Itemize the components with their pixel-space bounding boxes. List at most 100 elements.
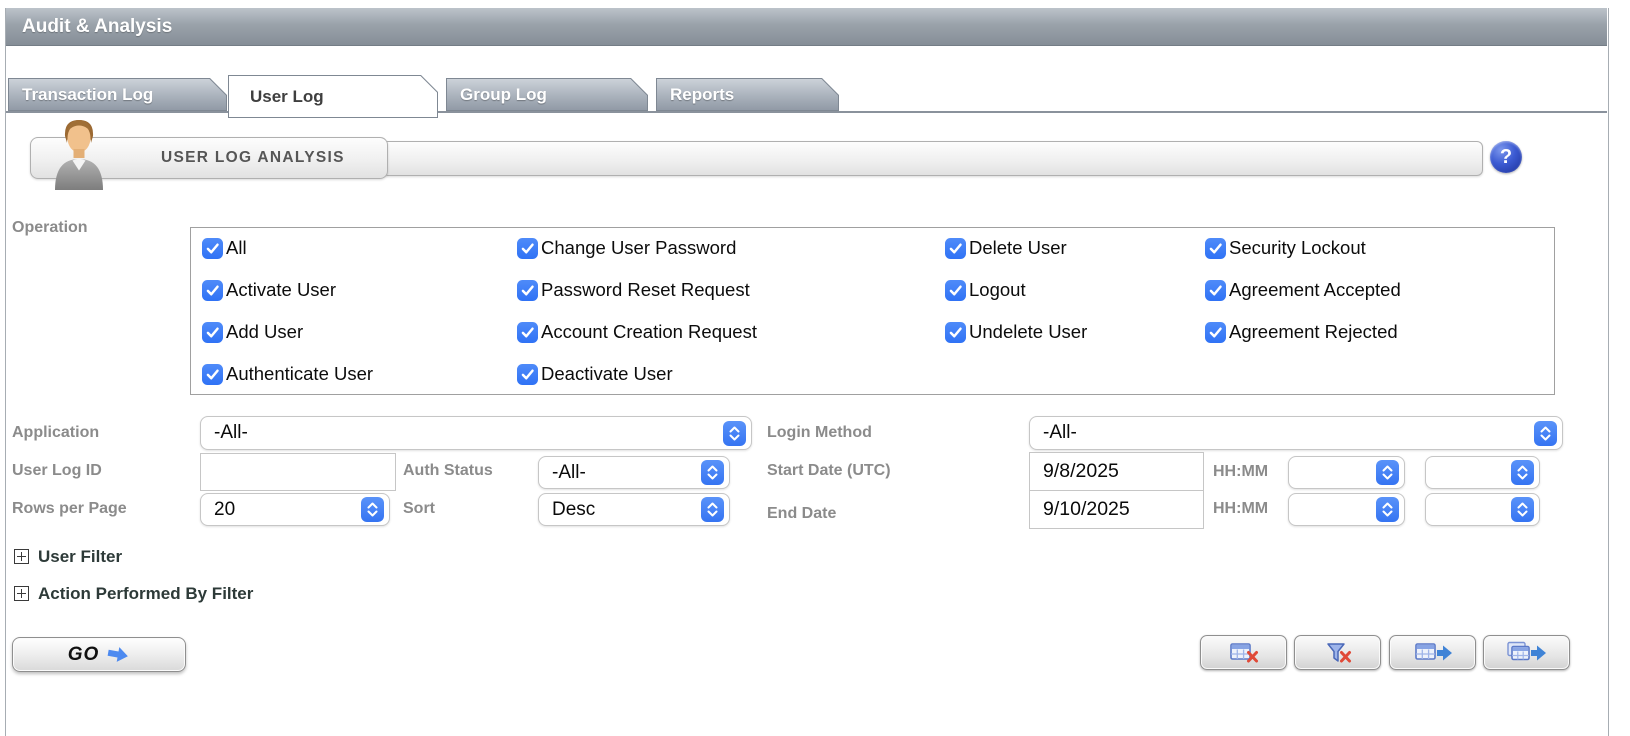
section-header-bar (382, 141, 1483, 176)
checkbox-activate-user[interactable]: Activate User (202, 279, 336, 301)
stepper-icon (701, 497, 724, 522)
auth-status-select[interactable]: -All- (538, 456, 730, 489)
checkbox-checked-icon (517, 280, 538, 301)
go-button[interactable]: GO (12, 637, 186, 672)
auth-status-label: Auth Status (403, 462, 493, 480)
application-select[interactable]: -All- (200, 416, 752, 450)
checkbox-checked-icon (202, 322, 223, 343)
checkbox-checked-icon (945, 280, 966, 301)
user-avatar-icon (44, 112, 114, 190)
checkbox-undelete-user[interactable]: Undelete User (945, 321, 1087, 343)
end-time-label: HH:MM (1213, 500, 1268, 518)
action-performed-by-filter-expand-icon[interactable] (14, 586, 29, 601)
user-log-id-label: User Log ID (12, 462, 102, 480)
stepper-icon (1534, 421, 1557, 446)
start-time-label: HH:MM (1213, 463, 1268, 481)
checkbox-deactivate-user[interactable]: Deactivate User (517, 363, 673, 385)
stepper-icon (1511, 497, 1534, 522)
help-icon[interactable]: ? (1490, 141, 1522, 173)
checkbox-checked-icon (517, 322, 538, 343)
tables-export-icon (1506, 641, 1548, 665)
user-log-id-input[interactable] (200, 453, 396, 491)
select-value: 20 (214, 499, 235, 521)
checkbox-checked-icon (202, 364, 223, 385)
rows-per-page-select[interactable]: 20 (200, 493, 390, 526)
checkbox-authenticate-user[interactable]: Authenticate User (202, 363, 373, 385)
clear-filter-button[interactable] (1294, 635, 1381, 670)
table-delete-icon (1224, 641, 1264, 665)
checkbox-checked-icon (202, 280, 223, 301)
checkbox-security-lockout[interactable]: Security Lockout (1205, 237, 1366, 259)
stepper-icon (1376, 460, 1399, 485)
user-filter-expand-icon[interactable] (14, 549, 29, 564)
window-title-bar: Audit & Analysis (6, 8, 1607, 46)
start-hour-select[interactable] (1288, 456, 1405, 489)
tab-user-log[interactable]: User Log (228, 75, 438, 118)
checkbox-label: Security Lockout (1229, 237, 1366, 259)
checkbox-change-user-password[interactable]: Change User Password (517, 237, 736, 259)
select-value: -All- (552, 462, 586, 484)
stepper-icon (723, 421, 746, 446)
tab-group-log[interactable]: Group Log (446, 78, 648, 111)
checkbox-label: Add User (226, 321, 303, 343)
end-hour-select[interactable] (1288, 493, 1405, 526)
stepper-icon (1376, 497, 1399, 522)
checkbox-label: Agreement Rejected (1229, 321, 1398, 343)
checkbox-password-reset-request[interactable]: Password Reset Request (517, 279, 750, 301)
checkbox-label: Deactivate User (541, 363, 673, 385)
checkbox-all[interactable]: All (202, 237, 247, 259)
arrow-right-icon (106, 645, 130, 664)
checkbox-checked-icon (945, 238, 966, 259)
tab-reports[interactable]: Reports (656, 78, 839, 111)
tab-label: User Log (250, 75, 428, 118)
application-label: Application (12, 424, 99, 442)
action-performed-by-filter-expander[interactable]: Action Performed By Filter (38, 584, 253, 604)
login-method-label: Login Method (767, 424, 872, 442)
tab-label: Group Log (460, 78, 638, 111)
checkbox-agreement-accepted[interactable]: Agreement Accepted (1205, 279, 1401, 301)
checkbox-checked-icon (517, 238, 538, 259)
stepper-icon (361, 497, 384, 522)
checkbox-agreement-rejected[interactable]: Agreement Rejected (1205, 321, 1398, 343)
checkbox-delete-user[interactable]: Delete User (945, 237, 1067, 259)
operation-label: Operation (12, 219, 88, 237)
checkbox-label: Activate User (226, 279, 336, 301)
select-value: Desc (552, 499, 595, 521)
input-value: 9/10/2025 (1043, 498, 1130, 521)
tab-label: Transaction Log (22, 78, 217, 111)
select-value: -All- (214, 422, 248, 444)
tab-label: Reports (670, 78, 829, 111)
checkbox-checked-icon (517, 364, 538, 385)
start-date-input[interactable]: 9/8/2025 (1029, 452, 1204, 491)
checkbox-label: Undelete User (969, 321, 1087, 343)
checkbox-checked-icon (202, 238, 223, 259)
checkbox-checked-icon (1205, 280, 1226, 301)
export-all-tables-button[interactable] (1483, 635, 1570, 670)
user-filter-expander[interactable]: User Filter (38, 547, 122, 567)
end-date-label: End Date (767, 505, 836, 523)
start-minute-select[interactable] (1425, 456, 1540, 489)
checkbox-logout[interactable]: Logout (945, 279, 1026, 301)
checkbox-label: Authenticate User (226, 363, 373, 385)
checkbox-label: Account Creation Request (541, 321, 757, 343)
stepper-icon (1511, 460, 1534, 485)
checkbox-add-user[interactable]: Add User (202, 321, 303, 343)
checkbox-checked-icon (1205, 238, 1226, 259)
select-value: -All- (1043, 422, 1077, 444)
clear-table-button[interactable] (1200, 635, 1287, 670)
filter-delete-icon (1318, 641, 1358, 665)
start-date-label: Start Date (UTC) (767, 462, 891, 480)
export-table-button[interactable] (1389, 635, 1476, 670)
login-method-select[interactable]: -All- (1029, 416, 1563, 450)
page-title: Audit & Analysis (6, 16, 172, 38)
sort-select[interactable]: Desc (538, 493, 730, 526)
checkbox-label: Logout (969, 279, 1026, 301)
end-minute-select[interactable] (1425, 493, 1540, 526)
checkbox-checked-icon (945, 322, 966, 343)
end-date-input[interactable]: 9/10/2025 (1029, 490, 1204, 529)
checkbox-account-creation-request[interactable]: Account Creation Request (517, 321, 757, 343)
checkbox-label: Password Reset Request (541, 279, 750, 301)
section-title: USER LOG ANALYSIS (161, 138, 345, 178)
help-glyph: ? (1500, 146, 1512, 169)
tab-transaction-log[interactable]: Transaction Log (8, 78, 227, 111)
